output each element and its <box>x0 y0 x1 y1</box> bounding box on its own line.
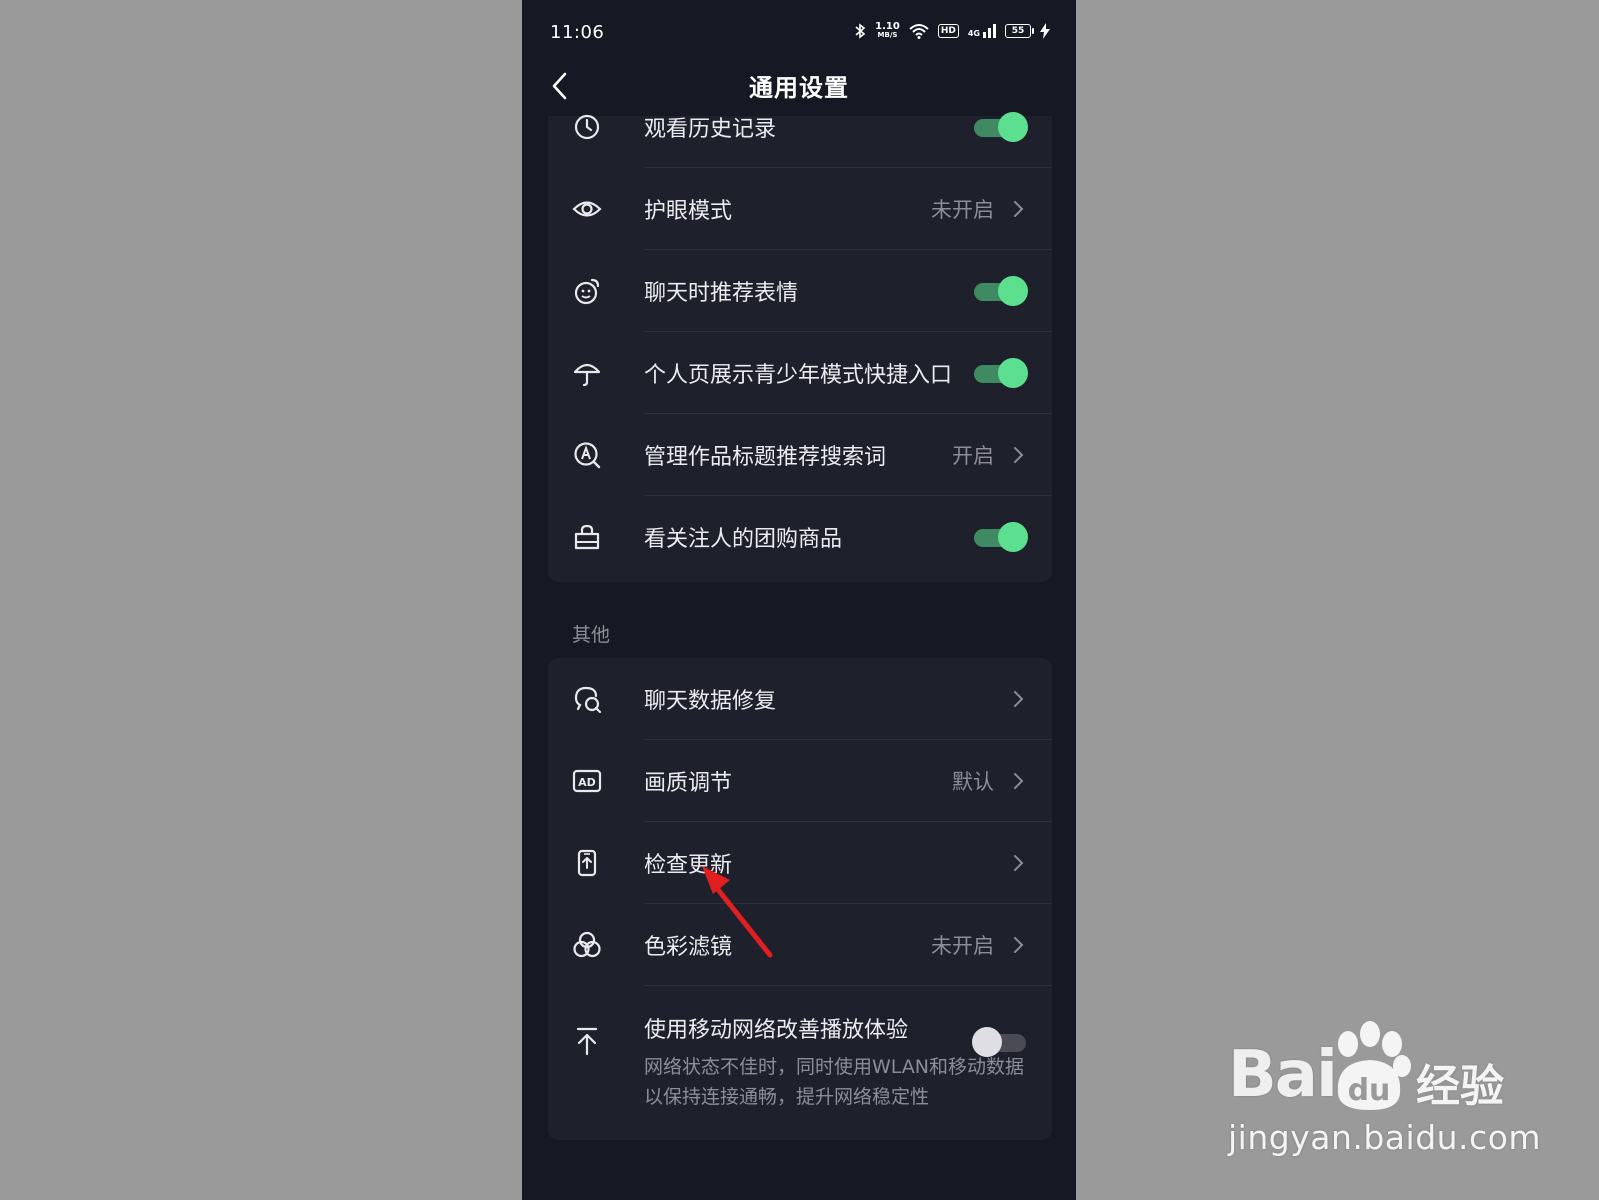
chevron-right-icon <box>1014 447 1024 463</box>
watch-history-toggle[interactable] <box>972 112 1028 142</box>
setting-label: 聊天数据修复 <box>644 689 777 714</box>
setting-row-color-filter[interactable]: 色彩滤镜 未开启 <box>548 904 1052 986</box>
teen-mode-toggle[interactable] <box>972 358 1028 388</box>
status-time: 11:06 <box>550 22 605 43</box>
wifi-icon <box>909 24 929 39</box>
settings-card-general: 观看历史记录 护眼模式 未开启 聊天时推荐表情 个人页展示青少年模式快捷入口 管… <box>548 112 1052 582</box>
setting-value: 默认 <box>952 770 994 794</box>
setting-row-watch-history[interactable]: 观看历史记录 <box>548 86 1052 168</box>
svg-text:AD: AD <box>578 776 596 789</box>
setting-label: 管理作品标题推荐搜索词 <box>644 445 887 470</box>
chat-emoji-toggle[interactable] <box>972 276 1028 306</box>
setting-label: 画质调节 <box>644 771 733 796</box>
bag-icon <box>574 524 600 550</box>
clock-icon <box>574 114 600 140</box>
watermark-url: jingyan.baidu.com <box>1228 1118 1542 1157</box>
setting-label: 使用移动网络改善播放体验 <box>644 1018 909 1043</box>
setting-label: 看关注人的团购商品 <box>644 527 843 552</box>
watermark-brand: 经验 <box>1416 1061 1504 1112</box>
phone-screen: 11:06 1.10 MB/S HD 4G 55 通用设置 观看历史记录 护眼模… <box>522 0 1076 1200</box>
settings-card-other: 聊天数据修复 AD 画质调节 默认 检查更新 色彩滤镜 未开启 使用移动网络改善… <box>548 658 1052 1140</box>
setting-label: 色彩滤镜 <box>644 935 733 960</box>
setting-value: 开启 <box>952 444 994 468</box>
setting-row-teen-mode-entry[interactable]: 个人页展示青少年模式快捷入口 <box>548 332 1052 414</box>
battery-indicator: 55 <box>1005 24 1034 38</box>
group-buy-toggle[interactable] <box>972 522 1028 552</box>
setting-label: 聊天时推荐表情 <box>644 281 799 306</box>
signal-icon: 4G <box>968 24 996 38</box>
setting-row-eye-care[interactable]: 护眼模式 未开启 <box>548 168 1052 250</box>
setting-value: 未开启 <box>931 934 994 958</box>
setting-label: 观看历史记录 <box>644 117 777 142</box>
network-speed: 1.10 MB/S <box>875 21 900 40</box>
setting-row-title-search-words[interactable]: 管理作品标题推荐搜索词 开启 <box>548 414 1052 496</box>
setting-description: 网络状态不佳时，同时使用WLAN和移动数据 以保持连接通畅，提升网络稳定性 <box>644 1056 1025 1108</box>
upload-icon <box>576 1027 598 1056</box>
chevron-right-icon <box>1014 937 1024 953</box>
umbrella-icon <box>573 363 601 387</box>
setting-row-check-update[interactable]: 检查更新 <box>548 822 1052 904</box>
emoji-icon <box>574 278 600 305</box>
baidu-watermark: Bai du 经验 jingyan.baidu.com <box>1228 1020 1541 1170</box>
chat-repair-icon <box>574 686 602 714</box>
setting-row-group-buy[interactable]: 看关注人的团购商品 <box>548 496 1052 578</box>
eye-icon <box>572 201 602 217</box>
section-header-other: 其他 <box>572 624 611 646</box>
phone-update-icon <box>577 849 597 877</box>
chevron-right-icon <box>1014 201 1024 217</box>
search-a-icon <box>574 442 601 469</box>
setting-label: 护眼模式 <box>644 199 733 224</box>
setting-label: 检查更新 <box>644 853 733 878</box>
watermark-du: du <box>1348 1073 1391 1108</box>
hd-badge: HD <box>937 24 959 38</box>
chevron-right-icon <box>1014 855 1024 871</box>
setting-row-mobile-network-boost[interactable]: 使用移动网络改善播放体验 网络状态不佳时，同时使用WLAN和移动数据 以保持连接… <box>548 986 1052 1136</box>
setting-row-chat-emoji[interactable]: 聊天时推荐表情 <box>548 250 1052 332</box>
setting-row-chat-repair[interactable]: 聊天数据修复 <box>548 658 1052 740</box>
status-bar: 11:06 1.10 MB/S HD 4G 55 <box>522 0 1076 66</box>
setting-row-video-quality[interactable]: AD 画质调节 默认 <box>548 740 1052 822</box>
charging-icon <box>1040 23 1050 39</box>
setting-value: 未开启 <box>931 198 994 222</box>
status-icons: 1.10 MB/S HD 4G 55 <box>854 22 1050 40</box>
chevron-right-icon <box>1014 691 1024 707</box>
color-filter-icon <box>573 931 601 958</box>
ad-icon: AD <box>572 769 602 793</box>
paw-icon: du <box>1337 1021 1411 1110</box>
chevron-right-icon <box>1014 773 1024 789</box>
setting-label: 个人页展示青少年模式快捷入口 <box>644 363 953 388</box>
bluetooth-icon <box>855 23 866 39</box>
